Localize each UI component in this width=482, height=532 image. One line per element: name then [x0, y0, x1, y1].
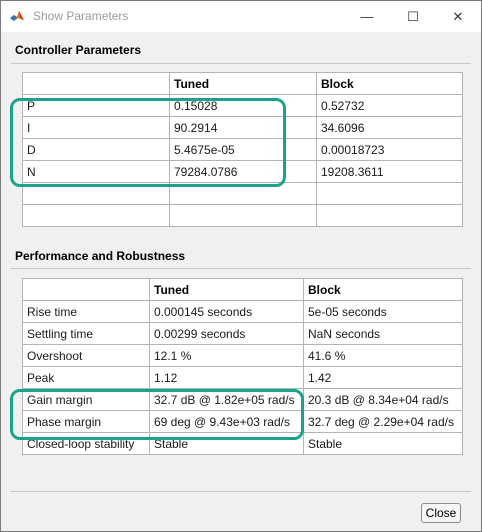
block-value: 19208.3611 [316, 160, 463, 183]
header-cell-name [22, 72, 170, 95]
table-row-d[interactable]: D 5.4675e-05 0.00018723 [22, 138, 463, 161]
controller-parameters-table: Tuned Block P 0.15028 0.52732 I 90.2914 … [22, 72, 463, 227]
close-button[interactable]: Close [421, 503, 461, 523]
row-label: Rise time [22, 300, 150, 323]
minimize-icon: — [360, 9, 374, 24]
block-value: 32.7 deg @ 2.29e+04 rad/s [303, 410, 463, 433]
block-value: Stable [303, 432, 463, 455]
show-parameters-window: Show Parameters — ☐ ✕ Controller Paramet… [0, 0, 482, 532]
block-value: 0.52732 [316, 94, 463, 117]
empty-cell [316, 204, 463, 227]
table-row-phase-margin[interactable]: Phase margin 69 deg @ 9.43e+03 rad/s 32.… [22, 410, 463, 433]
row-label: Closed-loop stability [22, 432, 150, 455]
row-label: Overshoot [22, 344, 150, 367]
controller-parameters-heading: Controller Parameters [15, 43, 142, 57]
empty-cell [22, 204, 170, 227]
matlab-logo-icon [10, 11, 24, 21]
block-value: 1.42 [303, 366, 463, 389]
tuned-value: 32.7 dB @ 1.82e+05 rad/s [149, 388, 304, 411]
row-label: N [22, 160, 170, 183]
header-cell-tuned: Tuned [169, 72, 317, 95]
row-label: Peak [22, 366, 150, 389]
table-row-empty [22, 182, 463, 205]
table-row-rise-time[interactable]: Rise time 0.000145 seconds 5e-05 seconds [22, 300, 463, 323]
row-label: I [22, 116, 170, 139]
table-row-empty [22, 204, 463, 227]
header-cell-metric [22, 278, 150, 301]
table-row-overshoot[interactable]: Overshoot 12.1 % 41.6 % [22, 344, 463, 367]
tuned-value: Stable [149, 432, 304, 455]
header-cell-block: Block [316, 72, 463, 95]
minimize-button[interactable]: — [344, 1, 390, 32]
tuned-value: 90.2914 [169, 116, 317, 139]
table-header-row: Tuned Block [22, 72, 463, 95]
block-value: NaN seconds [303, 322, 463, 345]
row-label: Settling time [22, 322, 150, 345]
row-label: Phase margin [22, 410, 150, 433]
title-bar[interactable]: Show Parameters — ☐ ✕ [1, 1, 481, 32]
block-value: 20.3 dB @ 8.34e+04 rad/s [303, 388, 463, 411]
tuned-value: 5.4675e-05 [169, 138, 317, 161]
tuned-value: 69 deg @ 9.43e+03 rad/s [149, 410, 304, 433]
footer-divider [11, 491, 471, 492]
close-icon: ✕ [452, 8, 464, 24]
row-label: D [22, 138, 170, 161]
empty-cell [169, 204, 317, 227]
tuned-value: 79284.0786 [169, 160, 317, 183]
table-row-settling-time[interactable]: Settling time 0.00299 seconds NaN second… [22, 322, 463, 345]
performance-robustness-table: Tuned Block Rise time 0.000145 seconds 5… [22, 278, 463, 455]
header-cell-tuned: Tuned [149, 278, 304, 301]
tuned-value: 0.00299 seconds [149, 322, 304, 345]
window-title: Show Parameters [33, 9, 129, 23]
empty-cell [22, 182, 170, 205]
table-header-row: Tuned Block [22, 278, 463, 301]
empty-cell [316, 182, 463, 205]
tuned-value: 1.12 [149, 366, 304, 389]
section-divider [11, 268, 471, 269]
block-value: 41.6 % [303, 344, 463, 367]
block-value: 0.00018723 [316, 138, 463, 161]
row-label: Gain margin [22, 388, 150, 411]
table-row-n[interactable]: N 79284.0786 19208.3611 [22, 160, 463, 183]
maximize-icon: ☐ [407, 8, 419, 24]
block-value: 5e-05 seconds [303, 300, 463, 323]
table-row-gain-margin[interactable]: Gain margin 32.7 dB @ 1.82e+05 rad/s 20.… [22, 388, 463, 411]
maximize-button[interactable]: ☐ [390, 1, 436, 32]
table-row-i[interactable]: I 90.2914 34.6096 [22, 116, 463, 139]
header-cell-block: Block [303, 278, 463, 301]
tuned-value: 0.000145 seconds [149, 300, 304, 323]
close-window-button[interactable]: ✕ [435, 1, 481, 32]
tuned-value: 12.1 % [149, 344, 304, 367]
block-value: 34.6096 [316, 116, 463, 139]
performance-robustness-heading: Performance and Robustness [15, 249, 186, 263]
table-row-p[interactable]: P 0.15028 0.52732 [22, 94, 463, 117]
section-divider [11, 63, 471, 64]
row-label: P [22, 94, 170, 117]
table-row-peak[interactable]: Peak 1.12 1.42 [22, 366, 463, 389]
table-row-closed-loop-stability[interactable]: Closed-loop stability Stable Stable [22, 432, 463, 455]
tuned-value: 0.15028 [169, 94, 317, 117]
empty-cell [169, 182, 317, 205]
